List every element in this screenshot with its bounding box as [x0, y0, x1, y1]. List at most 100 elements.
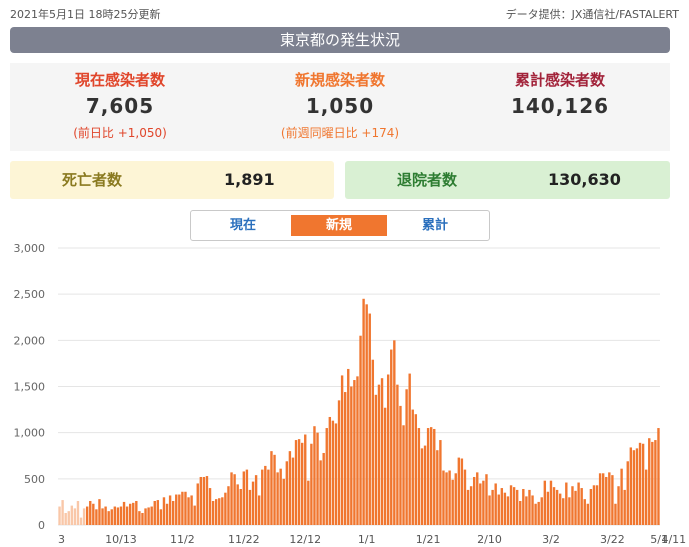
bar — [608, 472, 611, 525]
bar — [187, 497, 190, 525]
bar — [386, 374, 390, 525]
bar — [175, 494, 178, 525]
bar — [310, 443, 313, 525]
bar — [205, 476, 209, 525]
bar — [353, 380, 356, 525]
bar — [156, 500, 160, 525]
bar — [221, 497, 224, 525]
bar — [374, 394, 378, 525]
tab-total[interactable]: 累計 — [387, 215, 483, 236]
stat-total-label: 累計感染者数 — [514, 71, 605, 89]
y-tick-label: 0 — [38, 519, 45, 532]
stat-current-label: 現在感染者数 — [74, 71, 165, 89]
stat-current-change: (前日比 +1,050) — [73, 126, 167, 140]
bar — [383, 407, 387, 525]
bar — [445, 472, 448, 525]
bar — [211, 500, 215, 525]
bar — [408, 373, 411, 525]
bar — [104, 506, 107, 525]
x-tick-label: 1/1 — [358, 533, 376, 546]
y-tick-label: 1,000 — [14, 427, 46, 440]
x-tick-label: 1/21 — [416, 533, 441, 546]
bar — [233, 474, 236, 525]
bar — [350, 386, 353, 525]
bar — [171, 500, 175, 525]
bar — [543, 480, 547, 525]
bar — [107, 511, 110, 525]
bar — [257, 495, 261, 525]
bar — [285, 461, 289, 525]
bar — [549, 480, 553, 525]
bar — [583, 499, 586, 525]
bar — [119, 506, 123, 525]
bar — [319, 460, 322, 525]
bar — [313, 426, 316, 525]
x-tick-label: 10/13 — [105, 533, 137, 546]
bar — [92, 503, 95, 525]
bar — [141, 512, 144, 525]
bar — [325, 428, 328, 525]
bar — [214, 499, 218, 525]
bar — [429, 427, 433, 525]
bar — [414, 414, 418, 525]
tab-new[interactable]: 新規 — [291, 215, 387, 236]
bar — [322, 452, 325, 525]
bar — [95, 509, 98, 525]
x-tick-label: 3 — [58, 533, 65, 546]
bar — [202, 476, 206, 525]
bar — [365, 304, 368, 525]
bar — [159, 509, 163, 525]
bar — [396, 384, 399, 525]
bar — [98, 499, 101, 525]
bar — [254, 475, 258, 525]
stat-new: 新規感染者数 1,050 (前週同曜日比 +174) — [230, 69, 450, 141]
stat-new-value: 1,050 — [305, 94, 375, 118]
bar — [592, 485, 596, 525]
bar — [261, 469, 264, 525]
bar — [380, 378, 384, 525]
bar — [580, 488, 583, 525]
x-tick-label: 3/2 — [542, 533, 560, 546]
bar — [343, 392, 347, 525]
bar — [113, 506, 117, 525]
bar — [472, 476, 476, 525]
bar — [138, 511, 141, 525]
bar — [150, 506, 153, 525]
bar — [181, 491, 184, 525]
bar — [340, 375, 344, 525]
bar — [116, 507, 120, 525]
y-tick-label: 3,000 — [14, 242, 46, 255]
bar — [641, 443, 645, 525]
bar — [476, 472, 479, 525]
bar — [245, 469, 249, 525]
y-tick-label: 1,500 — [14, 381, 46, 394]
bar — [178, 494, 181, 525]
bar — [648, 438, 651, 525]
bar — [89, 500, 92, 525]
bar — [574, 490, 577, 525]
tab-current[interactable]: 現在 — [195, 215, 291, 236]
bar — [454, 473, 457, 525]
bar — [362, 298, 365, 525]
bar — [128, 503, 132, 525]
bar — [291, 457, 295, 525]
bar — [337, 400, 341, 525]
bar — [528, 489, 531, 525]
bar — [614, 503, 617, 525]
bar — [168, 495, 172, 525]
bar — [356, 376, 359, 525]
bar — [371, 359, 375, 525]
updated-timestamp: 2021年5月1日 18時25分更新 — [10, 8, 161, 21]
bar — [218, 498, 221, 525]
bar — [479, 483, 482, 525]
bar — [605, 476, 608, 525]
stat-current-value: 7,605 — [85, 94, 155, 118]
x-tick-label: 11/2 — [170, 533, 195, 546]
bar — [426, 428, 430, 525]
bar — [457, 457, 461, 525]
bar — [589, 488, 593, 525]
bar — [451, 479, 454, 525]
bar — [393, 340, 396, 525]
x-tick-label: 12/12 — [289, 533, 321, 546]
bar — [390, 349, 393, 525]
